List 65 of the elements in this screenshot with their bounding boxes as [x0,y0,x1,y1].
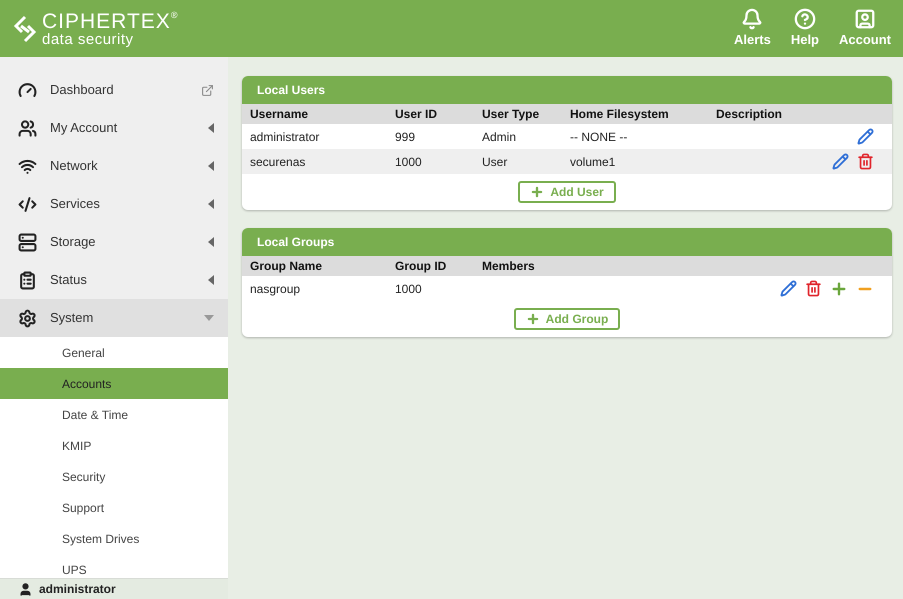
plus-icon [530,185,544,199]
sidebar-item[interactable]: Dashboard [0,71,228,109]
panel-title: Local Groups [242,228,892,256]
caret-left-icon [208,275,214,285]
submenu-item[interactable]: Security [0,461,228,492]
panel-title: Local Users [242,76,892,104]
table-cell: 1000 [395,154,422,168]
code-icon [18,194,37,214]
column-header: User Type [482,106,540,123]
sidebar-item[interactable]: Network [0,147,228,185]
caret-down-icon [204,315,214,321]
delete-icon[interactable] [857,153,874,170]
table-cell: User [482,154,508,168]
logo-tagline: data security [42,32,135,46]
column-header: Group Name [250,258,324,275]
edit-icon[interactable] [857,128,874,145]
table-cell: Admin [482,130,516,144]
submenu-item[interactable]: KMIP [0,430,228,461]
sidebar-item[interactable]: System [0,299,228,337]
table-cell: -- NONE -- [570,130,628,144]
clipboard-icon [18,270,37,290]
table-cell: 1000 [395,282,422,296]
logo-text: CIPHERTEX [42,10,171,32]
bell-icon [741,8,764,30]
edit-icon[interactable] [780,280,797,297]
caret-left-icon [208,237,214,247]
submenu-item[interactable]: Support [0,492,228,523]
column-header: Home Filesystem [570,106,670,123]
table-cell: securenas [250,154,306,168]
user-icon [18,582,33,596]
table-cell: 999 [395,130,416,144]
help-icon [794,8,816,30]
registered-mark: ® [170,10,178,20]
external-link-icon [201,84,214,96]
submenu-item[interactable]: Accounts [0,368,228,399]
delete-icon[interactable] [805,280,822,297]
column-header: Username [250,106,310,123]
current-user: administrator [39,581,116,598]
submenu-item[interactable]: General [0,337,228,368]
edit-icon[interactable] [832,153,849,170]
column-header: Group ID [395,258,448,275]
account-icon [854,8,876,30]
caret-left-icon [208,199,214,209]
column-header: Members [482,258,536,275]
table-cell: volume1 [570,154,616,168]
column-header: User ID [395,106,438,123]
table-cell: administrator [250,130,320,144]
submenu-item[interactable]: UPS [0,554,228,578]
submenu-item[interactable]: Date & Time [0,399,228,430]
gear-icon [18,308,37,328]
users-icon [18,118,37,138]
sidebar-item[interactable]: My Account [0,109,228,147]
sidebar-item[interactable]: Status [0,261,228,299]
submenu-item[interactable]: System Drives [0,523,228,554]
logo-icon [12,14,38,44]
column-header: Description [716,106,784,123]
table-cell: nasgroup [250,282,300,296]
caret-left-icon [208,123,214,133]
plus-icon[interactable] [830,280,848,298]
server-icon [18,232,37,252]
sidebar-item[interactable]: Services [0,185,228,223]
plus-icon [526,312,540,326]
caret-left-icon [208,161,214,171]
sidebar-item[interactable]: Storage [0,223,228,261]
gauge-icon [18,80,37,100]
